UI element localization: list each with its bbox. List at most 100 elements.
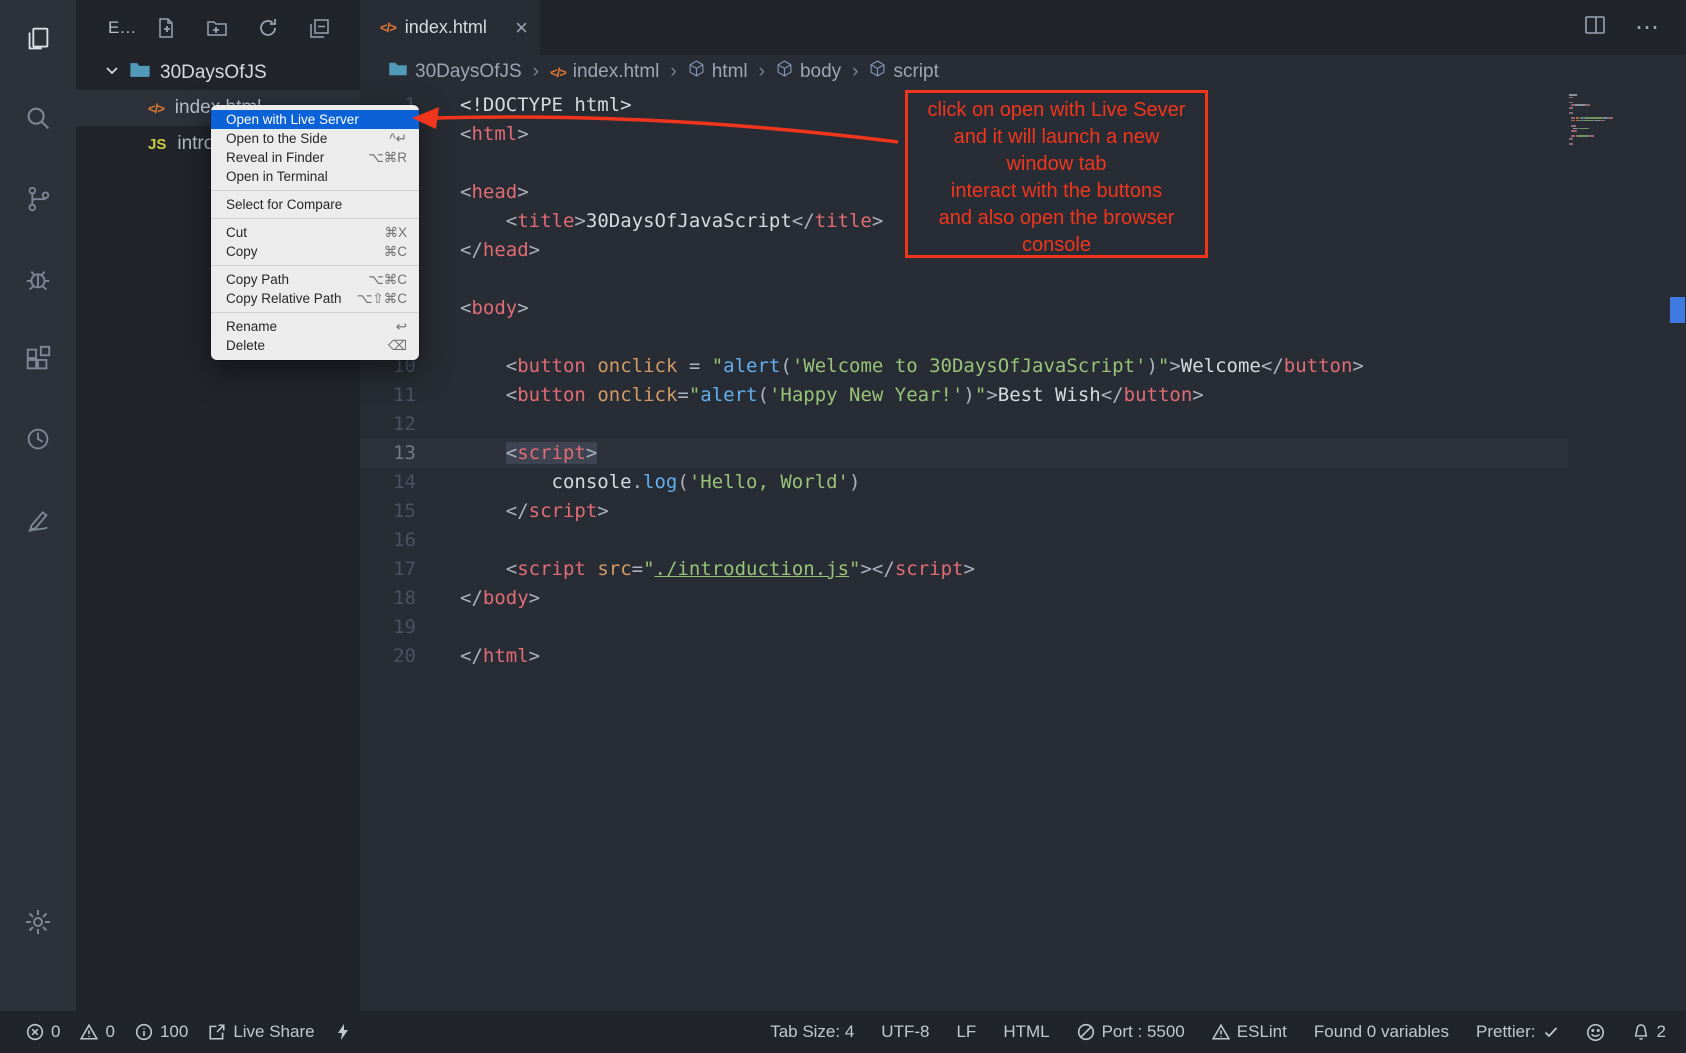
breadcrumb-script[interactable]: script xyxy=(869,60,938,83)
line-number: 12 xyxy=(360,410,416,439)
split-editor-icon[interactable] xyxy=(1583,13,1607,42)
code-line-15[interactable]: 15 </script> xyxy=(360,497,1568,526)
menu-item-shortcut: ⌥⌘R xyxy=(368,150,407,166)
breadcrumb-index-html[interactable]: </> index.html xyxy=(550,61,659,83)
line-number: 20 xyxy=(360,642,416,671)
code-line-17[interactable]: 17 <script src="./introduction.js"></scr… xyxy=(360,555,1568,584)
problems-info[interactable]: 100 xyxy=(135,1022,188,1042)
error-circle-icon xyxy=(26,1023,44,1041)
code-line-8[interactable]: 8<body> xyxy=(360,294,1568,323)
encoding-indicator[interactable]: UTF-8 xyxy=(881,1022,929,1042)
html-file-icon: </> xyxy=(148,101,164,116)
menu-item-copy-path[interactable]: Copy Path⌥⌘C xyxy=(211,270,419,289)
menu-item-label: Select for Compare xyxy=(226,197,342,212)
live-server-port[interactable]: Port : 5500 xyxy=(1077,1022,1185,1042)
breadcrumb-label: html xyxy=(712,61,748,83)
lightning-icon[interactable] xyxy=(335,1023,351,1041)
explorer-icon[interactable] xyxy=(21,22,55,56)
source-control-icon[interactable] xyxy=(21,182,55,216)
code-line-18[interactable]: 18</body> xyxy=(360,584,1568,613)
code-line-11[interactable]: 11 <button onclick="alert('Happy New Yea… xyxy=(360,381,1568,410)
line-text: <title>30DaysOfJavaScript</title> xyxy=(416,207,883,236)
problems-errors[interactable]: 0 xyxy=(26,1022,60,1042)
close-tab-icon[interactable]: × xyxy=(515,17,528,39)
pen-icon[interactable] xyxy=(21,502,55,536)
code-line-9[interactable]: 9 xyxy=(360,323,1568,352)
more-actions-icon[interactable]: ⋯ xyxy=(1635,13,1660,42)
context-menu: Open with Live ServerOpen to the Side^↵R… xyxy=(211,105,419,360)
html-file-icon: </> xyxy=(550,61,566,83)
code-line-16[interactable]: 16 xyxy=(360,526,1568,555)
line-text: <head> xyxy=(416,178,529,207)
menu-item-shortcut: ⌫ xyxy=(388,338,407,354)
code-line-7[interactable]: 7 xyxy=(360,265,1568,294)
eol-indicator[interactable]: LF xyxy=(956,1022,976,1042)
line-number: 14 xyxy=(360,468,416,497)
menu-item-label: Cut xyxy=(226,225,247,240)
history-icon[interactable] xyxy=(21,422,55,456)
code-line-20[interactable]: 20</html> xyxy=(360,642,1568,671)
language-mode-indicator[interactable]: HTML xyxy=(1003,1022,1049,1042)
menu-item-cut[interactable]: Cut ⌘X xyxy=(211,223,419,242)
minimap[interactable] xyxy=(1569,94,1664,146)
menu-item-delete[interactable]: Delete⌫ xyxy=(211,336,419,355)
line-text: <html> xyxy=(416,120,529,149)
warning-triangle-icon xyxy=(80,1023,98,1041)
check-icon xyxy=(1543,1024,1559,1040)
eslint-status[interactable]: ESLint xyxy=(1212,1022,1287,1042)
menu-item-shortcut: ↩ xyxy=(396,319,407,335)
code-line-14[interactable]: 14 console.log('Hello, World') xyxy=(360,468,1568,497)
problems-warnings[interactable]: 0 xyxy=(80,1022,114,1042)
menu-item-open-with-live-server[interactable]: Open with Live Server xyxy=(211,110,419,129)
search-icon[interactable] xyxy=(21,102,55,136)
code-line-12[interactable]: 12 xyxy=(360,410,1568,439)
breadcrumb-body[interactable]: body xyxy=(776,60,841,83)
tab-size-indicator[interactable]: Tab Size: 4 xyxy=(770,1022,854,1042)
collapse-folders-icon[interactable] xyxy=(307,16,331,40)
live-share-button[interactable]: Live Share xyxy=(208,1022,314,1042)
menu-item-copy-relative-path[interactable]: Copy Relative Path⌥⇧⌘C xyxy=(211,289,419,308)
prettier-status[interactable]: Prettier: xyxy=(1476,1022,1559,1042)
folder-row-30daysofjs[interactable]: 30DaysOfJS xyxy=(76,56,360,90)
code-line-13[interactable]: 13 <script> xyxy=(360,439,1568,468)
breadcrumb-label: index.html xyxy=(573,61,660,83)
html-file-icon: </> xyxy=(380,20,396,35)
line-number: 19 xyxy=(360,613,416,642)
run-debug-icon[interactable] xyxy=(21,262,55,296)
breadcrumb-30daysofjs[interactable]: 30DaysOfJS xyxy=(388,59,522,85)
breadcrumb-label: 30DaysOfJS xyxy=(415,61,522,83)
menu-item-open-in-terminal[interactable]: Open in Terminal xyxy=(211,167,419,186)
menu-item-select-for-compare[interactable]: Select for Compare xyxy=(211,195,419,214)
menu-item-copy[interactable]: Copy⌘C xyxy=(211,242,419,261)
menu-item-label: Copy xyxy=(226,244,258,259)
feedback-smiley-icon[interactable] xyxy=(1586,1023,1605,1042)
menu-item-shortcut: ^↵ xyxy=(389,131,407,147)
explorer-header: E… xyxy=(76,0,360,56)
breadcrumb-html[interactable]: html xyxy=(688,60,748,83)
line-text: <button onclick = "alert('Welcome to 30D… xyxy=(416,352,1364,381)
new-file-icon[interactable] xyxy=(154,16,178,40)
line-text: console.log('Hello, World') xyxy=(416,468,860,497)
found-variables-indicator[interactable]: Found 0 variables xyxy=(1314,1022,1449,1042)
js-file-icon: JS xyxy=(148,136,166,153)
tab-index-html[interactable]: </> index.html × xyxy=(360,0,540,55)
notifications-bell[interactable]: 2 xyxy=(1632,1022,1666,1042)
code-line-10[interactable]: 10 <button onclick = "alert('Welcome to … xyxy=(360,352,1568,381)
menu-item-open-to-the-side[interactable]: Open to the Side^↵ xyxy=(211,129,419,148)
explorer-title: E… xyxy=(108,18,136,38)
menu-item-rename[interactable]: Rename↩ xyxy=(211,317,419,336)
vscode-window: E… 30DaysOfJS </> index.html JS introd xyxy=(0,0,1686,1053)
line-text: <script> xyxy=(416,439,597,468)
line-text: <script src="./introduction.js"></script… xyxy=(416,555,975,584)
annotation-box: click on open with Live Sever and it wil… xyxy=(905,90,1208,258)
chevron-right-icon: › xyxy=(850,61,860,83)
extensions-icon[interactable] xyxy=(21,342,55,376)
menu-item-reveal-in-finder[interactable]: Reveal in Finder⌥⌘R xyxy=(211,148,419,167)
menu-item-label: Open with Live Server xyxy=(226,112,359,127)
menu-item-shortcut: ⌘X xyxy=(384,225,407,241)
code-line-19[interactable]: 19 xyxy=(360,613,1568,642)
new-folder-icon[interactable] xyxy=(205,16,229,40)
folder-icon xyxy=(129,59,151,87)
refresh-explorer-icon[interactable] xyxy=(256,16,280,40)
settings-gear-icon[interactable] xyxy=(21,905,55,939)
